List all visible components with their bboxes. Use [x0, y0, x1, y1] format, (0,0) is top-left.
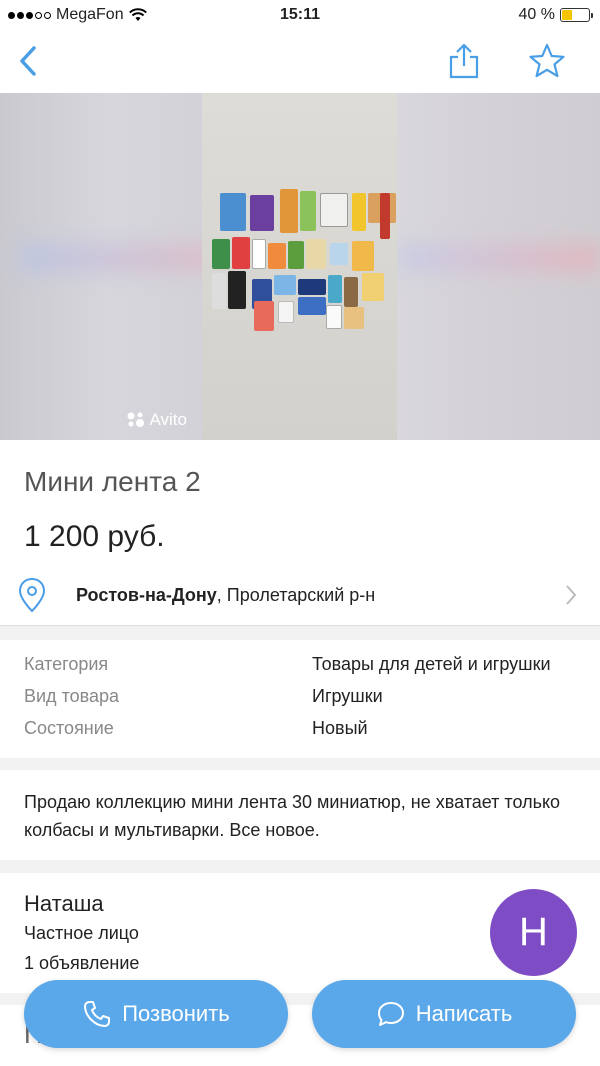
- watermark-text: Avito: [149, 410, 188, 429]
- seller-card[interactable]: Наташа Частное лицо 1 объявление Н: [0, 873, 600, 993]
- listing-title: Мини лента 2: [24, 466, 201, 497]
- chat-bubble-icon: [377, 1002, 404, 1026]
- listing-photo[interactable]: Avito: [0, 93, 600, 440]
- location-row[interactable]: Ростов-на-Дону, Пролетарский р-н: [0, 565, 600, 625]
- clock: 15:11: [279, 6, 321, 23]
- param-label: Вид товара: [24, 686, 120, 706]
- param-value: Товары для детей и игрушки: [312, 654, 551, 674]
- status-bar: MegaFon 15:11 40 %: [0, 0, 600, 30]
- description-text: Продаю коллекцию мини лента 30 миниатюр,…: [24, 792, 561, 840]
- listing-price: 1 200 руб.: [24, 520, 165, 553]
- seller-type: Частное лицо: [24, 923, 139, 943]
- blur-decoration: [400, 243, 600, 273]
- chevron-right-icon: [566, 585, 577, 605]
- battery-icon: [560, 8, 593, 22]
- location-text: Ростов-на-Дону, Пролетарский р-н: [76, 585, 375, 606]
- phone-icon: [84, 1001, 111, 1027]
- seller-listings-count: 1 объявление: [24, 953, 140, 973]
- battery-percent: 40 %: [518, 6, 555, 23]
- param-label: Категория: [24, 654, 109, 674]
- call-label: Позвонить: [122, 1001, 230, 1026]
- photo-image: Avito: [127, 93, 397, 440]
- param-value: Новый: [312, 718, 368, 738]
- seller-name: Наташа: [24, 891, 104, 916]
- location-pin-icon: [18, 577, 46, 613]
- status-right: 40 %: [518, 6, 593, 24]
- call-button[interactable]: Позвонить: [24, 980, 288, 1048]
- param-value: Игрушки: [312, 686, 383, 706]
- params-card: Категория Товары для детей и игрушки Вид…: [0, 640, 600, 758]
- share-icon[interactable]: [444, 42, 484, 80]
- description-card: Продаю коллекцию мини лента 30 миниатюр,…: [0, 770, 600, 860]
- blur-decoration: [20, 243, 220, 273]
- chevron-left-icon[interactable]: [14, 44, 44, 78]
- write-button[interactable]: Написать: [312, 980, 576, 1048]
- watermark: Avito: [126, 410, 188, 430]
- avito-logo-icon: [127, 412, 144, 427]
- city-label: Ростов-на-Дону: [76, 585, 217, 605]
- nav-bar: [0, 30, 600, 93]
- avatar[interactable]: Н: [490, 889, 577, 976]
- star-icon[interactable]: [527, 42, 567, 80]
- district-label: , Пролетарский р-н: [216, 585, 376, 605]
- param-label: Состояние: [24, 718, 114, 738]
- write-label: Написать: [415, 1001, 513, 1026]
